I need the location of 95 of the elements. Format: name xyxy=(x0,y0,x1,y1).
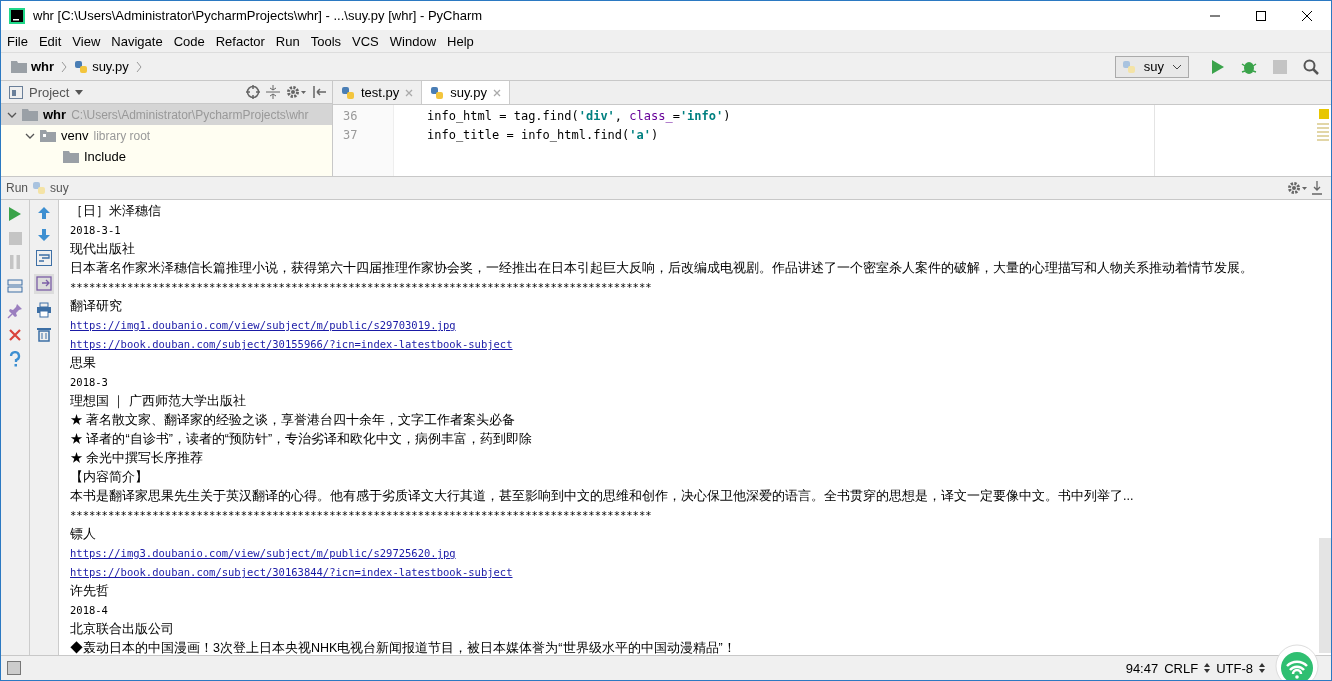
hide-panel-icon[interactable] xyxy=(1311,181,1323,195)
cursor-position[interactable]: 94:47 xyxy=(1125,660,1159,676)
search-icon[interactable] xyxy=(1303,58,1319,75)
tree-item[interactable]: venv library root xyxy=(1,125,332,146)
menu-item[interactable]: Tools xyxy=(310,33,342,49)
console-line: ★ 译者的“自诊书”，读者的“预防针”，专治劣译和欧化中文，病例丰富，药到即除 xyxy=(70,431,534,448)
print-icon[interactable] xyxy=(36,302,52,318)
console-link[interactable]: https://book.douban.com/subject/30155966/?icn=index-latestbook-subject xyxy=(70,338,513,350)
python-file-icon xyxy=(74,59,89,74)
pycharm-logo-icon xyxy=(9,7,25,24)
chevron-right-icon xyxy=(135,60,142,73)
folder-icon xyxy=(63,150,79,163)
console-line: ★ 余光中撰写长序推荐 xyxy=(70,450,205,467)
line-number: 37 xyxy=(342,128,359,144)
settings-icon[interactable] xyxy=(1287,181,1307,195)
menu-item[interactable]: Window xyxy=(389,33,437,49)
collapse-all-icon[interactable] xyxy=(266,85,280,99)
console-line: 北京联合出版公司 xyxy=(70,621,175,638)
console-line: 翻译研究 xyxy=(70,298,123,315)
run-icon[interactable] xyxy=(1211,58,1225,75)
tree-item[interactable]: Include xyxy=(1,146,332,167)
layout-icon[interactable] xyxy=(7,279,23,293)
python-icon xyxy=(32,181,46,195)
hide-panel-icon[interactable] xyxy=(312,85,326,99)
console-line: 2018-4 xyxy=(70,603,109,618)
console-line: ★ 著名散文家、翻译家的经验之谈，享誉港台四十余年，文字工作者案头必备 xyxy=(70,412,517,429)
console-line: 日本著名作家米泽穗信长篇推理小说，获得第六十四届推理作家协会奖，一经推出在日本引起巨大反响，后改编成电视剧。作品讲述了一个密室杀人案件的破解，大量的心理描写和人物关系推动着情节发展。 xyxy=(70,260,1254,277)
tree-item[interactable]: whr C:\Users\Administrator\PycharmProjects\whr xyxy=(1,104,332,125)
scroll-to-end-icon[interactable] xyxy=(34,274,54,294)
menu-item[interactable]: View xyxy=(72,33,101,49)
wifi-widget-icon[interactable] xyxy=(1275,644,1319,680)
chevron-down-icon xyxy=(1172,63,1182,70)
console-line: ******************************************************************************************** xyxy=(70,280,653,295)
tool-window-toggle-icon[interactable] xyxy=(7,661,21,675)
console-line: 思果 xyxy=(70,355,97,372)
line-number: 36 xyxy=(342,109,359,125)
console-line: ******************************************************************************************** xyxy=(70,508,653,523)
menu-item[interactable]: Navigate xyxy=(111,33,163,49)
run-config-dropdown[interactable]: suy xyxy=(1114,55,1189,78)
up-down-arrows-icon xyxy=(1204,663,1211,673)
soft-wrap-icon[interactable] xyxy=(36,250,52,266)
console-line: 本书是翻译家思果先生关于英汉翻译的心得。他有感于劣质译文大行其道，甚至影响到中文的思维和创作，决心保卫他深爱的语言。全书贯穿的思想是，译文一定要像中文。书中列举了... xyxy=(70,488,1135,505)
line-ending[interactable]: CRLF xyxy=(1164,660,1199,676)
python-file-icon xyxy=(430,85,445,100)
chevron-right-icon xyxy=(61,60,68,73)
python-file-icon xyxy=(341,85,355,100)
console-line: 2018-3-1 xyxy=(70,223,122,238)
chevron-down-icon[interactable] xyxy=(75,89,84,95)
menu-item[interactable]: Refactor xyxy=(215,33,265,49)
code-line: info_title = info_html.find('a') xyxy=(427,128,660,144)
breadcrumb[interactable]: suy.py xyxy=(92,59,129,74)
console-line: 现代出版社 xyxy=(70,241,136,258)
menu-item[interactable]: Code xyxy=(173,33,205,49)
trash-icon[interactable] xyxy=(37,326,51,342)
scrollbar-thumb[interactable] xyxy=(1319,538,1331,653)
close-icon[interactable] xyxy=(1301,9,1313,22)
help-icon[interactable] xyxy=(9,351,21,367)
console-line: ◆轰动日本的中国漫画！3次登上日本央视NHK电视台新闻报道节目，被日本媒体誉为“世界级水平的中国动漫精品”！ xyxy=(70,640,737,655)
console-line: 理想国 ｜ 广西师范大学出版社 xyxy=(70,393,247,411)
console-line: 镖人 xyxy=(70,526,97,543)
up-down-arrows-icon xyxy=(1259,663,1265,673)
file-encoding[interactable]: UTF-8 xyxy=(1216,660,1253,676)
pin-icon[interactable] xyxy=(7,303,23,319)
panel-title: Run xyxy=(6,181,28,195)
project-icon xyxy=(9,85,23,99)
editor-tab[interactable]: suy.py xyxy=(422,81,510,104)
error-stripe-marks-icon xyxy=(1317,121,1329,141)
arrow-up-icon[interactable] xyxy=(37,206,51,220)
arrow-down-icon[interactable] xyxy=(37,228,51,242)
warning-marker-icon xyxy=(1319,109,1329,119)
settings-icon[interactable] xyxy=(286,85,306,99)
breadcrumb[interactable]: whr xyxy=(31,59,55,74)
menu-item[interactable]: Edit xyxy=(38,33,62,49)
folder-icon xyxy=(22,108,38,121)
run-config-name[interactable]: suy xyxy=(50,181,69,195)
window-title: whr [C:\Users\Administrator\PycharmProjects\whr] - ...\suy.py [whr] - PyCharm xyxy=(33,8,483,23)
console-line: ［日］米泽穗信 xyxy=(70,203,162,220)
menu-item[interactable]: Help xyxy=(447,33,474,49)
locate-icon[interactable] xyxy=(246,85,260,99)
code-line: info_html = tag.find('div', class_='info') xyxy=(427,109,732,125)
menu-item[interactable]: VCS xyxy=(352,33,379,49)
folder-icon xyxy=(40,129,56,142)
panel-title[interactable]: Project xyxy=(29,84,70,100)
console-line: 【内容简介】 xyxy=(70,469,149,486)
folder-icon xyxy=(11,60,27,73)
maximize-icon[interactable] xyxy=(1255,9,1267,22)
console-link[interactable]: https://book.douban.com/subject/30163844/?icn=index-latestbook-subject xyxy=(70,566,513,578)
console-line: 许先哲 xyxy=(70,583,110,600)
python-icon xyxy=(1121,59,1136,74)
menu-item[interactable]: Run xyxy=(275,33,300,49)
console-line: 2018-3 xyxy=(70,375,109,390)
rerun-icon[interactable] xyxy=(8,206,22,222)
console-link[interactable]: https://img3.doubanio.com/view/subject/m/public/s29725620.jpg xyxy=(70,547,456,559)
console-link[interactable]: https://img1.doubanio.com/view/subject/m/public/s29703019.jpg xyxy=(70,319,456,331)
menu-item[interactable]: File xyxy=(7,33,28,49)
